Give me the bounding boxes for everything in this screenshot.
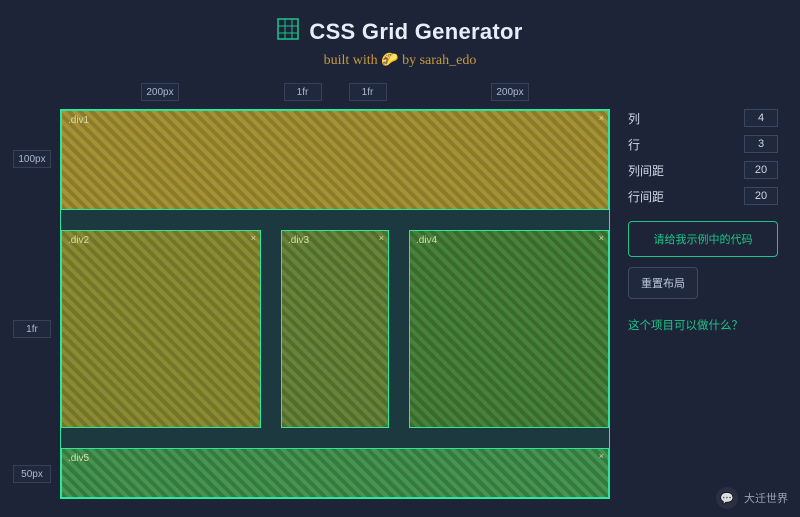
page-title: CSS Grid Generator <box>277 18 522 46</box>
watermark: 💬 大迁世界 <box>716 487 788 509</box>
header: CSS Grid Generator built with 🌮 by sarah… <box>0 0 800 81</box>
col-gap-label: 列间距 <box>628 162 664 179</box>
col-track-input-3[interactable]: 200px <box>491 83 529 101</box>
grid-item-div2[interactable]: .div2 × <box>61 230 261 428</box>
col-track-input-2[interactable]: 1fr <box>349 83 387 101</box>
row-track-input-0[interactable]: 100px <box>13 150 51 168</box>
close-icon[interactable]: × <box>599 233 604 243</box>
grid-item-label: .div1 <box>68 115 89 126</box>
grid-item-div4[interactable]: .div4 × <box>409 230 609 428</box>
reset-button[interactable]: 重置布局 <box>628 267 698 299</box>
subtitle-prefix: built with <box>324 53 378 68</box>
grid-item-div3[interactable]: .div3 × <box>281 230 389 428</box>
watermark-text: 大迁世界 <box>744 490 788 506</box>
main: 200px1fr1fr200px 100px1fr50px .div1×.div… <box>0 81 800 499</box>
grid-area: 200px1fr1fr200px 100px1fr50px .div1×.div… <box>10 81 610 499</box>
grid-item-label: .div5 <box>68 453 89 464</box>
row-track-input-1[interactable]: 1fr <box>13 320 51 338</box>
col-track-input-0[interactable]: 200px <box>141 83 179 101</box>
row-gap-label: 行间距 <box>628 188 664 205</box>
wechat-icon: 💬 <box>716 487 738 509</box>
get-code-button[interactable]: 请给我示例中的代码 <box>628 221 778 257</box>
col-gap-input[interactable] <box>744 161 778 179</box>
close-icon[interactable]: × <box>599 451 604 461</box>
grid-item-label: .div2 <box>68 235 89 246</box>
close-icon[interactable]: × <box>251 233 256 243</box>
cols-label: 列 <box>628 110 640 127</box>
rows-control: 行 <box>628 135 778 153</box>
close-icon[interactable]: × <box>379 233 384 243</box>
rows-input[interactable] <box>744 135 778 153</box>
column-labels: 200px 1fr 1fr 200px <box>60 81 610 103</box>
row-labels: 100px 1fr 50px <box>10 109 54 499</box>
grid-item-label: .div3 <box>288 235 309 246</box>
controls-panel: 列 行 列间距 行间距 请给我示例中的代码 重置布局 这个项目可以做什么？ <box>628 109 778 499</box>
subtitle: built with 🌮 by sarah_edo <box>0 52 800 69</box>
row-track-input-2[interactable]: 50px <box>13 465 51 483</box>
title-text: CSS Grid Generator <box>309 19 522 45</box>
col-track-input-1[interactable]: 1fr <box>284 83 322 101</box>
grid-item-div1[interactable]: .div1 × <box>61 110 609 210</box>
grid-item-div5[interactable]: .div5 × <box>61 448 609 498</box>
grid-container[interactable]: .div1 × .div2 × .div3 × .div4 × .div5 × <box>60 109 610 499</box>
col-gap-control: 列间距 <box>628 161 778 179</box>
grid-item-label: .div4 <box>416 235 437 246</box>
close-icon[interactable]: × <box>599 113 604 123</box>
taco-icon: 🌮 <box>381 53 398 68</box>
subtitle-suffix: by sarah_edo <box>402 53 476 68</box>
row-gap-input[interactable] <box>744 187 778 205</box>
cols-control: 列 <box>628 109 778 127</box>
row-gap-control: 行间距 <box>628 187 778 205</box>
rows-label: 行 <box>628 136 640 153</box>
help-link[interactable]: 这个项目可以做什么？ <box>628 317 778 333</box>
grid-icon <box>277 18 309 46</box>
cols-input[interactable] <box>744 109 778 127</box>
